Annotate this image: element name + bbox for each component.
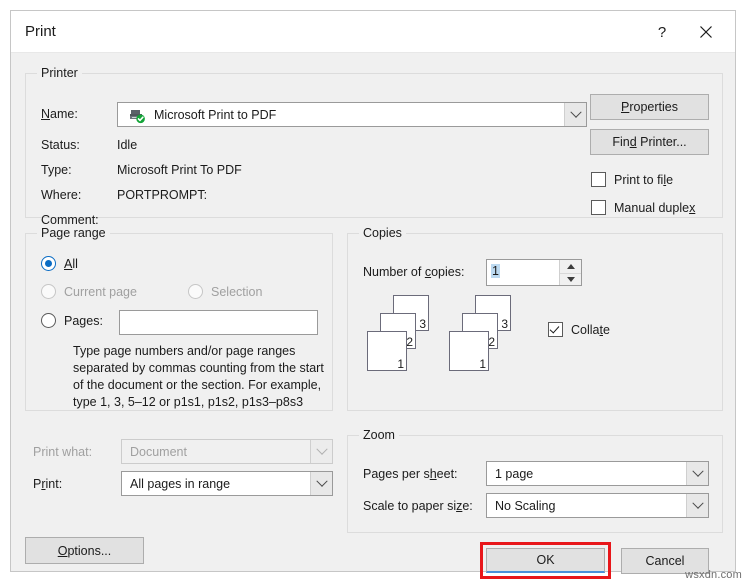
chevron-down-icon[interactable] xyxy=(564,103,586,126)
checkmark-icon xyxy=(549,323,560,334)
collate-checkbox[interactable] xyxy=(548,322,563,337)
collate-illustration-left: 3 2 1 xyxy=(367,295,441,371)
print-what-value: Document xyxy=(130,444,187,459)
radio-all-label: All xyxy=(64,257,78,271)
close-x-glyph xyxy=(700,26,712,38)
printer-comment-label: Comment: xyxy=(41,213,99,227)
zoom-group-label: Zoom xyxy=(359,428,399,442)
find-printer-button-label: Find Printer... xyxy=(612,135,687,149)
spinner-up-icon[interactable] xyxy=(560,260,581,273)
properties-button-label: Properties xyxy=(621,100,678,114)
radio-pages[interactable] xyxy=(41,313,56,328)
printer-type-value: Microsoft Print To PDF xyxy=(117,163,242,177)
scale-to-paper-size-combo[interactable]: No Scaling xyxy=(486,493,709,518)
radio-current-page-label: Current page xyxy=(64,285,137,299)
ok-button[interactable]: OK xyxy=(486,548,605,573)
radio-current-page[interactable] xyxy=(41,284,56,299)
print-what-combo[interactable]: Document xyxy=(121,439,333,464)
radio-selection[interactable] xyxy=(188,284,203,299)
printer-name-combo[interactable]: Microsoft Print to PDF xyxy=(117,102,587,127)
printer-group-label: Printer xyxy=(37,66,82,80)
page-sheet-1: 1 xyxy=(449,331,489,371)
properties-button[interactable]: Properties xyxy=(590,94,709,120)
radio-pages-label: Pages: xyxy=(64,314,103,328)
page-sheet-1: 1 xyxy=(367,331,407,371)
page-title: Print xyxy=(25,23,56,40)
printer-name-value: Microsoft Print to PDF xyxy=(154,107,277,122)
page-sheet-2-number: 2 xyxy=(488,335,495,349)
print-what-label: Print what: xyxy=(33,445,93,459)
options-button-label: Options... xyxy=(57,543,112,558)
printer-status-value: Idle xyxy=(117,138,138,152)
printer-status-label: Status: xyxy=(41,138,80,152)
cancel-button-label: Cancel xyxy=(645,554,685,568)
number-of-copies-stepper[interactable]: 1 xyxy=(486,259,582,286)
options-button[interactable]: Options... xyxy=(25,537,144,564)
page-sheet-3-number: 3 xyxy=(501,317,508,331)
printer-name-label: Name: xyxy=(41,107,78,121)
chevron-down-icon[interactable] xyxy=(310,440,332,463)
print-range-label: Print: xyxy=(33,477,63,491)
number-of-copies-value: 1 xyxy=(491,264,500,278)
page-sheet-1-number: 1 xyxy=(479,357,486,371)
printer-where-value: PORTPROMPT: xyxy=(117,188,208,202)
scale-to-paper-size-value: No Scaling xyxy=(495,498,556,513)
pages-input[interactable] xyxy=(119,310,318,335)
chevron-down-icon[interactable] xyxy=(686,494,708,517)
number-of-copies-label: Number of copies: xyxy=(363,265,465,279)
printer-where-label: Where: xyxy=(41,188,82,202)
close-icon[interactable] xyxy=(689,17,723,47)
radio-all[interactable] xyxy=(41,256,56,271)
copies-group-label: Copies xyxy=(359,226,406,240)
print-dialog: Print ? Printer Name: Microsoft Print to… xyxy=(10,10,736,579)
print-range-combo[interactable]: All pages in range xyxy=(121,471,333,496)
chevron-down-icon[interactable] xyxy=(686,462,708,485)
find-printer-button[interactable]: Find Printer... xyxy=(590,129,709,155)
pages-per-sheet-combo[interactable]: 1 page xyxy=(486,461,709,486)
collate-label: Collate xyxy=(571,323,610,337)
manual-duplex-label: Manual duplex xyxy=(614,201,696,215)
page-sheet-3-number: 3 xyxy=(419,317,426,331)
scale-to-paper-size-label: Scale to paper size: xyxy=(363,499,473,513)
chevron-down-icon[interactable] xyxy=(310,472,332,495)
print-to-file-label: Print to file xyxy=(614,173,674,187)
printer-default-icon xyxy=(128,107,146,124)
pages-per-sheet-label: Pages per sheet: xyxy=(363,467,458,481)
collate-illustration-right: 3 2 1 xyxy=(449,295,523,371)
help-icon[interactable]: ? xyxy=(645,17,679,47)
dialog-title-bar: Print ? xyxy=(11,11,735,53)
print-to-file-checkbox[interactable] xyxy=(591,172,606,187)
page-range-group-label: Page range xyxy=(37,226,110,240)
page-range-help-text: Type page numbers and/or page ranges sep… xyxy=(73,344,324,409)
printer-type-label: Type: xyxy=(41,163,72,177)
page-sheet-1-number: 1 xyxy=(397,357,404,371)
watermark: wsxdn.com xyxy=(685,569,742,581)
print-range-value: All pages in range xyxy=(130,476,231,491)
radio-selection-label: Selection xyxy=(211,285,263,299)
page-sheet-2-number: 2 xyxy=(406,335,413,349)
stepper-buttons[interactable] xyxy=(559,260,581,285)
pages-per-sheet-value: 1 page xyxy=(495,466,534,481)
manual-duplex-checkbox[interactable] xyxy=(591,200,606,215)
ok-button-label: OK xyxy=(536,553,555,567)
spinner-down-icon[interactable] xyxy=(560,272,581,285)
